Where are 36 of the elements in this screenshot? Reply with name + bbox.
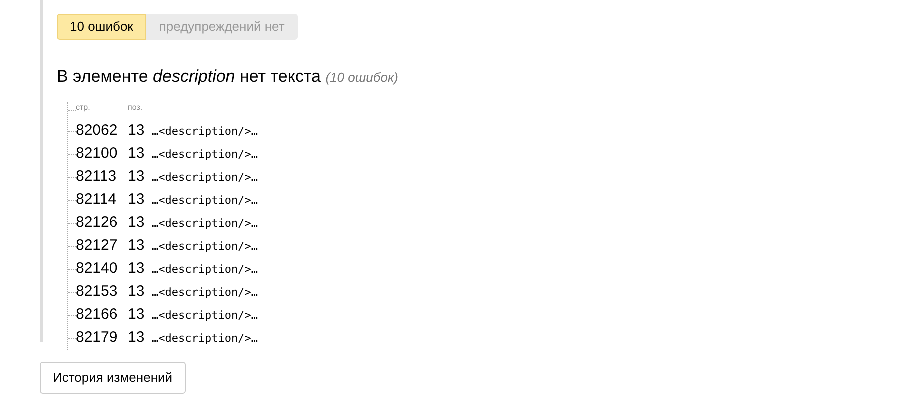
error-count: (10 ошибок) (326, 70, 398, 85)
code-snippet: …<description/>… (152, 238, 258, 254)
code-snippet: …<description/>… (152, 216, 258, 232)
line-number: 82126 (76, 212, 119, 232)
code-snippet: …<description/>… (152, 146, 258, 162)
issue-title: В элементе description нет текста (57, 67, 322, 86)
line-number: 82179 (76, 328, 119, 348)
code-snippet: …<description/>… (152, 192, 258, 208)
position: 13 (128, 282, 146, 302)
line-number: 82113 (76, 166, 118, 186)
position: 13 (128, 328, 146, 348)
position: 13 (128, 166, 146, 186)
line-number: 82140 (76, 258, 119, 278)
position: 13 (128, 236, 146, 256)
code-snippet: …<description/>… (152, 330, 258, 346)
line-number: 82114 (76, 190, 118, 210)
code-snippet: …<description/>… (152, 308, 258, 324)
position: 13 (128, 120, 146, 140)
position: 13 (128, 144, 146, 164)
code-snippet: …<description/>… (152, 170, 258, 186)
line-number: 82127 (76, 236, 119, 256)
line-number: 82100 (76, 144, 119, 164)
code-snippet: …<description/>… (152, 284, 258, 300)
code-snippet: …<description/>… (152, 124, 258, 140)
position: 13 (128, 212, 146, 232)
position: 13 (128, 190, 146, 210)
line-number: 82153 (76, 282, 119, 302)
tab[interactable]: 10 ошибок (57, 14, 146, 40)
column-header: поз. (128, 102, 144, 114)
line-number: 82062 (76, 120, 119, 140)
history-button[interactable]: История изменений (40, 362, 186, 394)
code-snippet: …<description/>… (152, 262, 258, 278)
column-header: стр. (76, 102, 92, 114)
position: 13 (128, 258, 146, 278)
line-number: 82166 (76, 304, 119, 324)
position: 13 (128, 304, 146, 324)
